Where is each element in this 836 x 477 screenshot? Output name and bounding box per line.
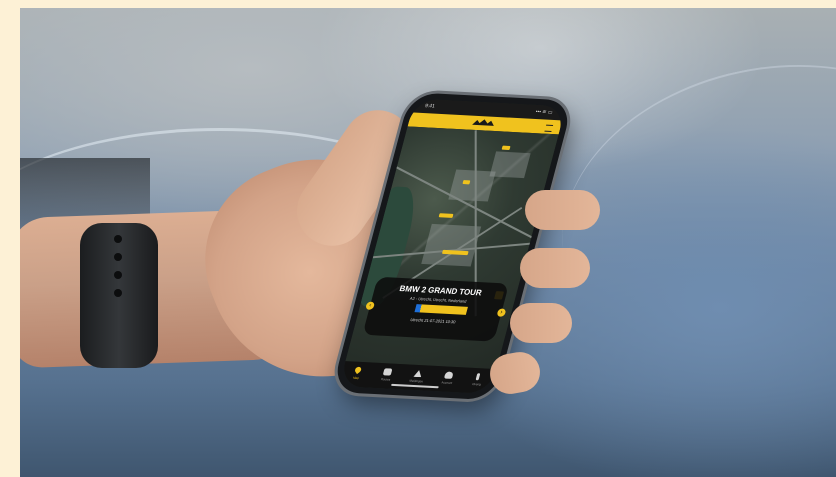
smartphone: 9:41 ••• ≋ ▭ BMW 2 GRAND TOUR A2 - Utrec…: [282, 90, 613, 403]
tab-label: Map: [352, 375, 360, 381]
tab-label: Routes: [380, 377, 391, 382]
band-hole: [114, 235, 122, 243]
phone-body: 9:41 ••• ≋ ▭ BMW 2 GRAND TOUR A2 - Utrec…: [331, 92, 574, 401]
map-block: [489, 151, 531, 179]
smartwatch-band: [80, 223, 158, 368]
hand-finger: [510, 303, 572, 343]
tab-label: Overig: [471, 382, 482, 387]
map-marker[interactable]: [438, 213, 454, 218]
tour-progress-bar: [414, 304, 468, 315]
band-hole: [114, 253, 122, 261]
info-icon: [475, 373, 481, 381]
map-marker[interactable]: [501, 145, 511, 151]
car-icon: [382, 368, 393, 376]
menu-icon[interactable]: [544, 124, 554, 133]
map-block: [421, 223, 482, 267]
hand-finger: [525, 190, 600, 230]
tour-date: Utrecht 21-07-2021 10:30: [409, 316, 457, 325]
map-pin-icon: [353, 365, 363, 375]
map-marker[interactable]: [462, 180, 471, 185]
tab-label: Account: [440, 380, 453, 385]
logo-icon: [472, 119, 494, 126]
user-icon: [443, 371, 454, 379]
alert-icon: [413, 370, 423, 377]
hand-finger: [520, 248, 590, 288]
status-time: 9:41: [424, 103, 436, 110]
tour-card[interactable]: BMW 2 GRAND TOUR A2 - Utrecht, Utrecht, …: [362, 276, 510, 342]
phone-screen: 9:41 ••• ≋ ▭ BMW 2 GRAND TOUR A2 - Utrec…: [338, 98, 567, 395]
photo-background: 9:41 ••• ≋ ▭ BMW 2 GRAND TOUR A2 - Utrec…: [20, 8, 836, 477]
band-hole: [114, 289, 122, 297]
status-icons: ••• ≋ ▭: [534, 108, 554, 116]
tab-label: Meldingen: [408, 378, 424, 384]
band-hole: [114, 271, 122, 279]
